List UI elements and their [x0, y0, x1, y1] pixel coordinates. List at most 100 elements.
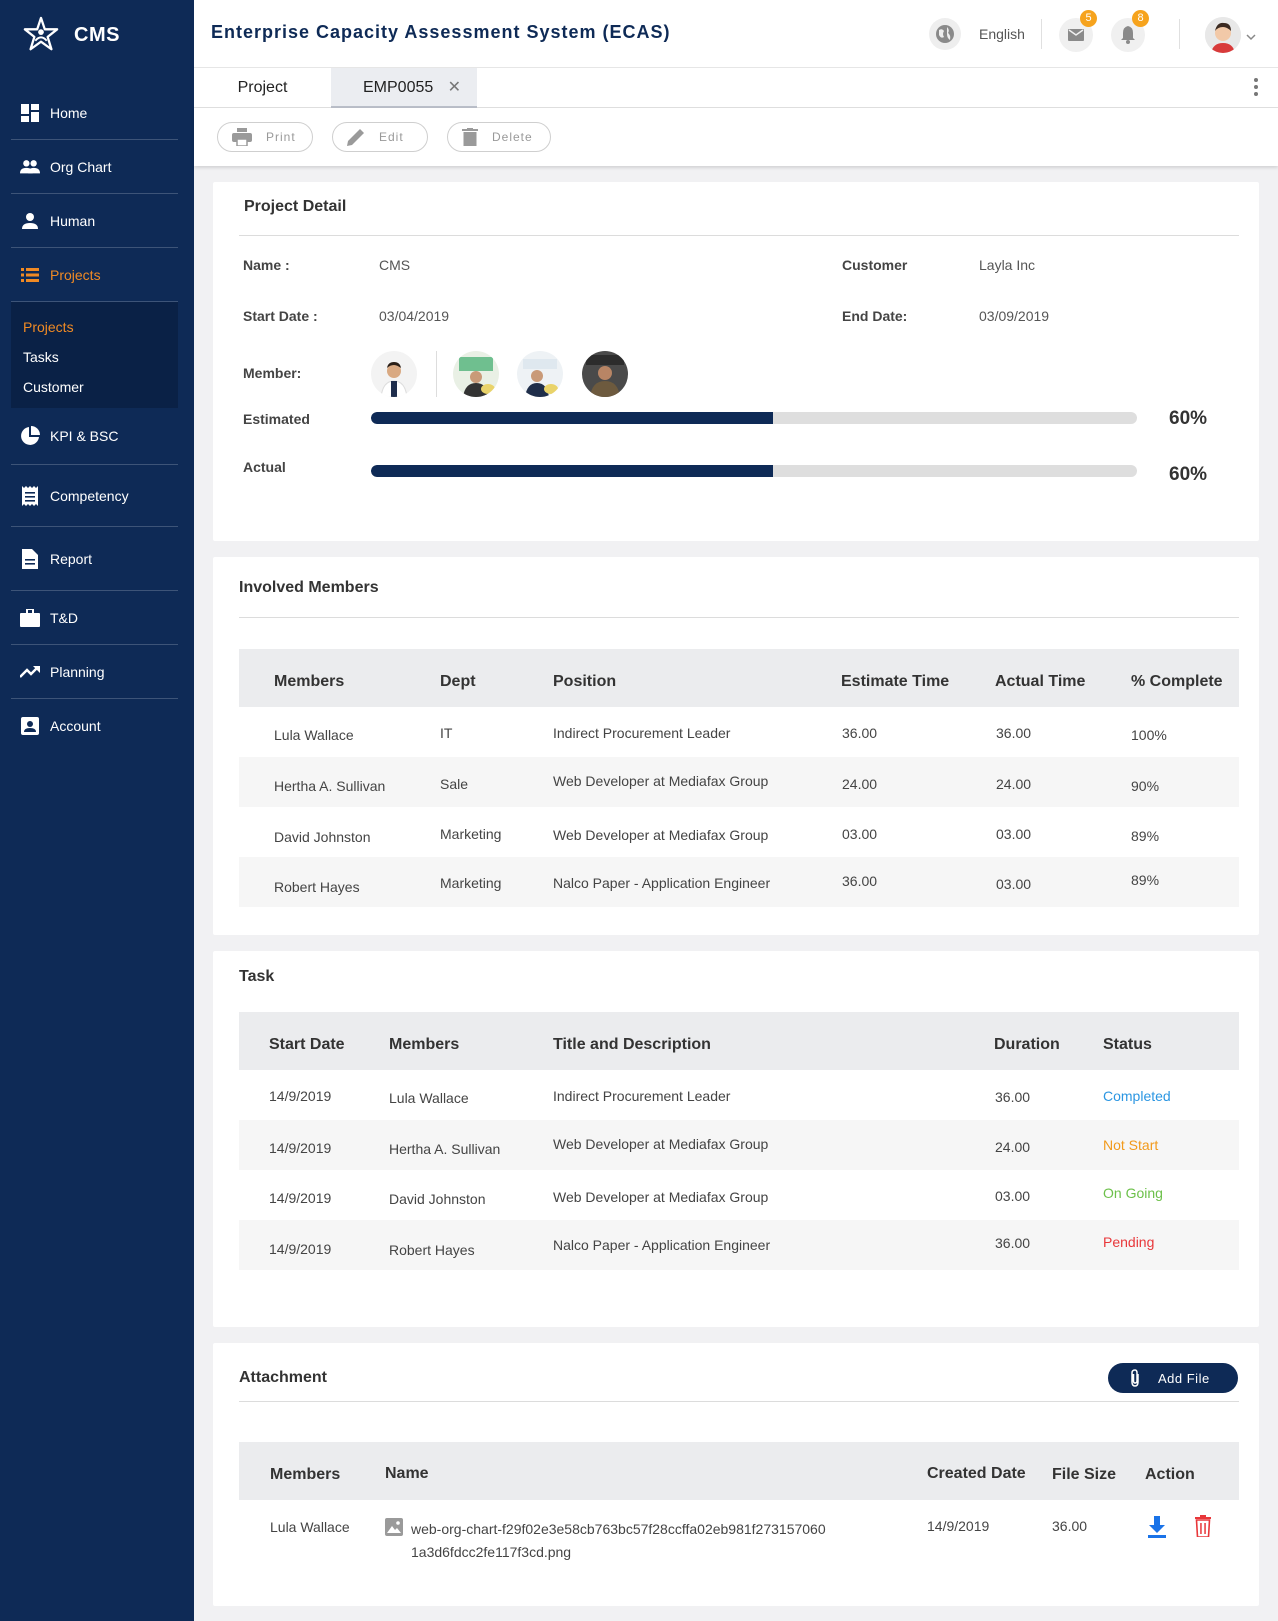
- cell-position: Web Developer at Mediafax Group: [553, 827, 769, 843]
- list-icon: [20, 265, 40, 285]
- table-row[interactable]: Robert Hayes Marketing Nalco Paper - App…: [239, 857, 1239, 907]
- sidebar-item-label: Competency: [50, 487, 129, 504]
- notification-button[interactable]: 8: [1111, 10, 1149, 52]
- sidebar-item-report[interactable]: Report: [11, 527, 178, 591]
- download-icon[interactable]: [1147, 1516, 1167, 1543]
- submenu-item-tasks[interactable]: Tasks: [23, 342, 178, 372]
- sidebar-item-projects[interactable]: Projects: [11, 248, 178, 302]
- cell-duration: 03.00: [995, 1188, 1031, 1204]
- divider: [436, 351, 437, 397]
- globe-icon[interactable]: [929, 18, 961, 50]
- status-badge: On Going: [1103, 1185, 1163, 1201]
- language-selector[interactable]: English: [979, 26, 1025, 42]
- table-row[interactable]: Hertha A. Sullivan Sale Web Developer at…: [239, 757, 1239, 807]
- cell-start-date: 14/9/2019: [269, 1241, 332, 1257]
- column-header: File Size: [1052, 1466, 1117, 1483]
- tab-label: EMP0055: [363, 79, 434, 96]
- delete-button[interactable]: Delete: [447, 122, 551, 152]
- file-name-line: web-org-chart-f29f02e3e58cb763bc57f28ccf…: [411, 1521, 826, 1537]
- member-avatar[interactable]: [453, 351, 499, 397]
- cell-start-date: 14/9/2019: [269, 1088, 332, 1104]
- sidebar-item-label: Human: [50, 212, 96, 229]
- table-row[interactable]: 14/9/2019 Lula Wallace Indirect Procurem…: [239, 1070, 1239, 1120]
- cell-member: Lula Wallace: [270, 1519, 350, 1535]
- cell-member: Robert Hayes: [274, 879, 360, 895]
- close-icon[interactable]: ✕: [448, 68, 461, 108]
- more-vert-icon[interactable]: [1254, 78, 1258, 99]
- document-icon: [20, 548, 40, 569]
- cell-position: Indirect Procurement Leader: [553, 725, 731, 741]
- edit-button[interactable]: Edit: [332, 122, 428, 152]
- chevron-down-icon[interactable]: [1246, 28, 1256, 46]
- sidebar-item-planning[interactable]: Planning: [11, 645, 178, 699]
- table-row[interactable]: Lula Wallace IT Indirect Procurement Lea…: [239, 707, 1239, 757]
- cell-title: Indirect Procurement Leader: [553, 1088, 731, 1104]
- action-toolbar: Print Edit Delete: [194, 108, 1278, 166]
- actual-percent: 60%: [1169, 464, 1208, 485]
- sidebar-item-human[interactable]: Human: [11, 194, 178, 248]
- submenu-item-customer[interactable]: Customer: [23, 372, 178, 402]
- actual-progress-bar: [371, 465, 1137, 477]
- table-row[interactable]: David Johnston Marketing Web Developer a…: [239, 807, 1239, 857]
- card-title: Attachment: [239, 1369, 328, 1386]
- cell-duration: 24.00: [995, 1139, 1031, 1155]
- table-row[interactable]: 14/9/2019 David Johnston Web Developer a…: [239, 1170, 1239, 1220]
- involved-members-table: Members Dept Position Estimate Time Actu…: [239, 649, 1239, 907]
- status-badge: Not Start: [1103, 1137, 1159, 1153]
- notification-badge: 8: [1132, 10, 1149, 27]
- person-icon: [20, 211, 40, 231]
- column-header: Position: [553, 673, 617, 690]
- column-header: Start Date: [269, 1036, 345, 1053]
- add-file-button[interactable]: Add File: [1108, 1363, 1238, 1393]
- member-avatar[interactable]: [517, 351, 563, 397]
- trash-icon[interactable]: [1194, 1515, 1212, 1542]
- print-button[interactable]: Print: [217, 122, 313, 152]
- member-avatar[interactable]: [582, 351, 628, 397]
- sidebar-item-org-chart[interactable]: Org Chart: [11, 140, 178, 194]
- end-date-value: 03/09/2019: [979, 308, 1050, 324]
- cell-estimate: 36.00: [842, 725, 878, 741]
- printer-icon: [232, 128, 252, 146]
- top-header: Enterprise Capacity Assessment System (E…: [194, 0, 1278, 68]
- cell-actual: 24.00: [996, 776, 1032, 792]
- sidebar-item-home[interactable]: Home: [11, 86, 178, 140]
- divider: [239, 617, 1239, 618]
- mail-button[interactable]: 5: [1059, 10, 1097, 52]
- cell-file-name[interactable]: web-org-chart-f29f02e3e58cb763bc57f28ccf…: [411, 1518, 826, 1564]
- customer-value: Layla Inc: [979, 257, 1036, 273]
- brand[interactable]: CMS: [22, 16, 120, 54]
- cell-duration: 36.00: [995, 1235, 1031, 1251]
- actual-progress-fill: [371, 465, 774, 477]
- table-row[interactable]: 14/9/2019 Robert Hayes Nalco Paper - App…: [239, 1220, 1239, 1270]
- sidebar-item-account[interactable]: Account: [11, 699, 178, 753]
- cell-complete: 90%: [1131, 778, 1160, 794]
- column-header: Created Date: [927, 1465, 1026, 1482]
- table-row[interactable]: 14/9/2019 Hertha A. Sullivan Web Develop…: [239, 1120, 1239, 1170]
- cell-member: Lula Wallace: [274, 727, 354, 743]
- sidebar-item-t-and-d[interactable]: T&D: [11, 591, 178, 645]
- member-avatar[interactable]: [371, 351, 417, 397]
- edit-label: Edit: [379, 130, 404, 144]
- cell-actual: 03.00: [996, 826, 1032, 842]
- sidebar-item-label: KPI & BSC: [50, 428, 119, 444]
- sidebar-item-label: Home: [50, 104, 88, 121]
- column-header: Actual Time: [995, 673, 1086, 690]
- table-row[interactable]: Lula Wallace web-org-chart-f29f02e3e58cb…: [239, 1500, 1239, 1570]
- estimated-percent: 60%: [1169, 408, 1208, 429]
- user-avatar[interactable]: [1205, 17, 1241, 53]
- sidebar-item-label: Planning: [50, 663, 105, 680]
- sidebar: CMS Home Org Chart Human Projects Projec…: [0, 0, 194, 1621]
- bell-icon: [1120, 26, 1136, 44]
- tab-project[interactable]: Project: [194, 68, 331, 108]
- card-title: Project Detail: [244, 198, 347, 215]
- end-date-label: End Date:: [842, 308, 908, 324]
- tab-emp0055[interactable]: EMP0055 ✕: [331, 68, 477, 108]
- submenu-item-projects[interactable]: Projects: [23, 312, 178, 342]
- column-header: Dept: [440, 673, 476, 690]
- sidebar-item-kpi-bsc[interactable]: KPI & BSC: [11, 408, 178, 465]
- task-card: Task Start Date Members Title and Descri…: [213, 951, 1259, 1327]
- sidebar-item-competency[interactable]: Competency: [11, 465, 178, 527]
- sidebar-item-label: Account: [50, 718, 101, 734]
- estimated-progress-fill: [371, 412, 774, 424]
- column-header: Action: [1145, 1466, 1195, 1483]
